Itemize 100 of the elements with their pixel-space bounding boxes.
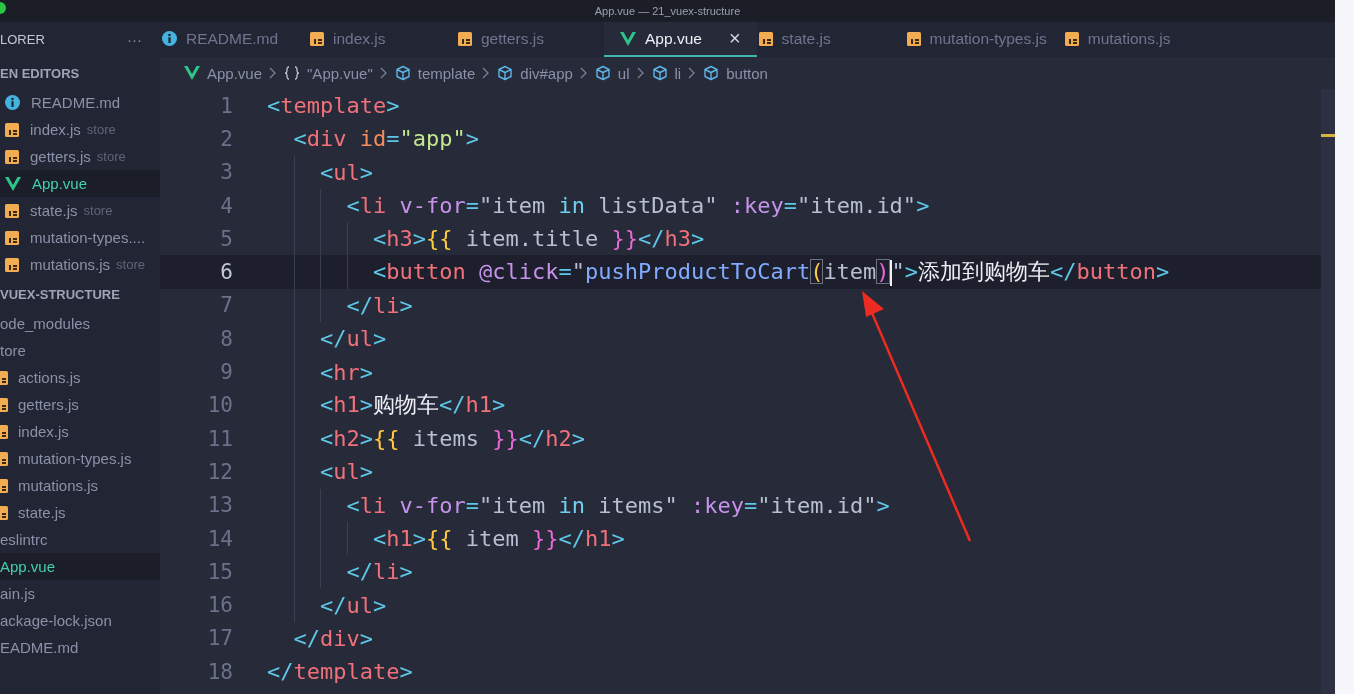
editor-tab[interactable]: getters.js (456, 22, 604, 57)
file-item[interactable]: README.md (0, 89, 160, 116)
file-item[interactable]: mutation-types.... (0, 224, 160, 251)
cube-icon (594, 65, 611, 81)
close-icon[interactable]: × (728, 27, 741, 50)
editor-tab[interactable]: state.js (756, 22, 905, 57)
explorer-title: LORER (0, 32, 45, 47)
code-line: <h1>{{ item }}</h1> (373, 526, 625, 551)
chevron-icon (482, 67, 491, 79)
file-item[interactable]: mutations.js store (0, 251, 160, 278)
info-icon (5, 95, 20, 110)
line-number: 4 (219, 193, 234, 218)
file-item[interactable]: ackage-lock.json (0, 607, 160, 634)
chevron-icon (379, 67, 388, 79)
js-file-icon (5, 257, 19, 272)
code-line: <ul> (320, 159, 373, 185)
breadcrumb-item[interactable]: App.vue (184, 64, 263, 82)
line-number: 18 (206, 659, 234, 684)
file-item[interactable]: index.js (0, 418, 160, 445)
code-line: <h1>购物车</h1> (320, 391, 506, 420)
cube-icon (651, 65, 668, 81)
cube-icon (497, 65, 514, 81)
line-number: 14 (206, 526, 234, 551)
line-number: 6 (219, 260, 234, 285)
editor-tab[interactable]: App.vue × (604, 22, 757, 57)
code-line: </template> (267, 659, 413, 685)
vue-logo-icon (620, 31, 636, 46)
code-line: </li> (346, 292, 413, 318)
cube-icon (703, 65, 720, 81)
chevron-icon (636, 67, 645, 79)
cube-icon (394, 65, 411, 81)
breadcrumb-item[interactable]: template (394, 64, 476, 82)
scroll-marker (1321, 134, 1335, 137)
section-header[interactable]: EN EDITORS (0, 57, 160, 89)
js-file-icon (5, 149, 19, 164)
file-item[interactable]: index.js store (0, 116, 160, 143)
code-line: <ul> (320, 459, 373, 485)
vue-logo-icon (5, 176, 21, 191)
braces-icon (284, 66, 301, 80)
file-item[interactable]: App.vue (0, 553, 160, 580)
section-header[interactable]: VUEX-STRUCTURE (0, 278, 160, 310)
file-item[interactable]: tore (0, 337, 160, 364)
file-item[interactable]: mutations.js (0, 472, 160, 499)
vue-logo-icon (184, 66, 200, 80)
js-file-icon (5, 230, 19, 245)
file-item[interactable]: getters.js (0, 391, 160, 418)
scrollbar[interactable] (1321, 89, 1335, 694)
breadcrumb-item[interactable]: button (703, 64, 768, 82)
file-item[interactable]: getters.js store (0, 143, 160, 170)
line-number: 13 (206, 493, 234, 518)
js-file-icon (310, 31, 324, 46)
line-number: 3 (219, 160, 234, 185)
file-item[interactable]: eslintrc (0, 526, 160, 553)
code-line: </ul> (320, 326, 387, 352)
line-number: 8 (219, 326, 234, 351)
js-file-icon (5, 122, 19, 137)
code-line: </li> (346, 559, 413, 585)
file-item[interactable]: App.vue (0, 170, 160, 197)
editor-tab[interactable]: mutation-types.js (904, 22, 1063, 57)
code-line: <hr> (320, 359, 373, 385)
file-description: store (86, 122, 116, 137)
file-item[interactable]: state.js (0, 499, 160, 526)
more-actions-button[interactable]: ··· (127, 31, 142, 48)
line-number: 7 (219, 293, 234, 318)
js-file-icon (758, 31, 773, 46)
file-item[interactable]: actions.js (0, 364, 160, 391)
editor-tab[interactable]: mutations.js (1062, 22, 1211, 57)
file-item[interactable]: ode_modules (0, 310, 160, 337)
file-item[interactable]: ain.js (0, 580, 160, 607)
line-number: 17 (206, 626, 234, 651)
js-file-icon (5, 203, 19, 218)
file-item[interactable]: state.js store (0, 197, 160, 224)
chevron-icon (688, 67, 697, 79)
line-number: 12 (206, 459, 234, 484)
line-number: 16 (206, 593, 234, 618)
line-number: 2 (219, 126, 234, 151)
line-number: 9 (219, 360, 234, 384)
code-line: <template> (267, 93, 400, 119)
window-title: App.vue — 21_vuex-structure (594, 5, 741, 17)
code-line: <button @click="pushProductToCart(item)">添加到购物车</button> (373, 258, 1170, 288)
line-number: 5 (219, 226, 234, 251)
breadcrumb-item[interactable]: ul (594, 64, 630, 82)
js-file-icon (906, 31, 921, 46)
chevron-icon (579, 67, 588, 79)
code-line: <h3>{{ item.title }}</h3> (373, 226, 705, 252)
line-number: 1 (219, 93, 234, 118)
breadcrumb-item[interactable]: li (651, 64, 682, 82)
file-item[interactable]: EADME.md (0, 634, 160, 661)
js-file-icon (1064, 31, 1079, 46)
editor-tab[interactable]: index.js (308, 22, 456, 57)
file-description: store (96, 149, 126, 164)
file-item[interactable]: mutation-types.js (0, 445, 160, 472)
breadcrumb-item[interactable]: div#app (497, 64, 573, 82)
code-line: <div id="app"> (293, 126, 479, 152)
breadcrumb-item[interactable]: "App.vue" (284, 64, 373, 82)
code-line: <li v-for="item in items" :key="item.id"> (346, 492, 890, 518)
code-line: </ul> (320, 592, 387, 618)
code-line: <h2>{{ items }}</h2> (320, 426, 585, 452)
editor-tab[interactable]: README.md (160, 22, 308, 57)
file-description: store (83, 203, 113, 218)
